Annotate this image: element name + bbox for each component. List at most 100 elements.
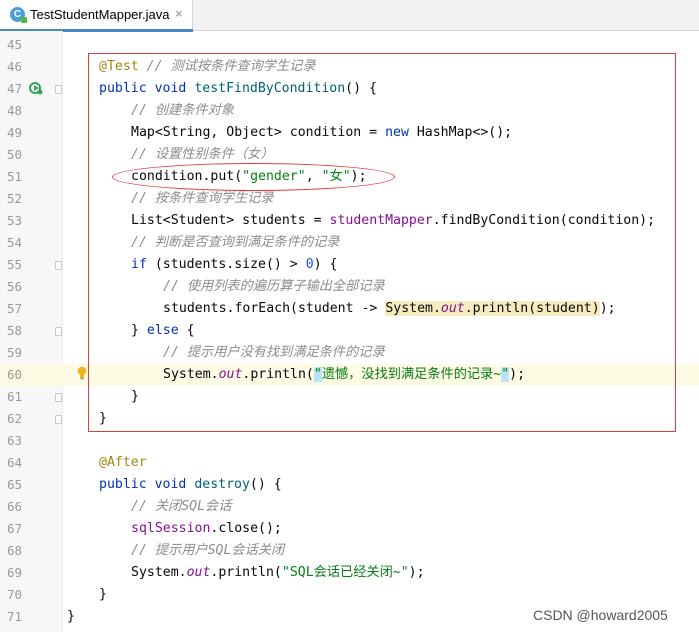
code-token: // 提示用户没有找到满足条件的记录: [163, 345, 385, 360]
line-number[interactable]: 58: [0, 320, 22, 342]
code-token: testFindByCondition: [194, 81, 346, 96]
code-line[interactable]: 67 sqlSession.close();: [0, 518, 699, 540]
line-number[interactable]: 45: [0, 34, 22, 56]
fold-toggle-icon[interactable]: [55, 85, 62, 94]
line-number[interactable]: 51: [0, 166, 22, 188]
line-number[interactable]: 60: [0, 364, 22, 386]
code-line[interactable]: 58 } else {: [0, 320, 699, 342]
code-line[interactable]: 49 Map<String, Object> condition = new Ha…: [0, 122, 699, 144]
code-text: public void testFindByCondition() {: [99, 78, 377, 100]
code-token: students.forEach(student ->: [163, 301, 386, 316]
code-line[interactable]: 69 System.out.println("SQL会话已经关闭~");: [0, 562, 699, 584]
code-token: destroy: [194, 477, 250, 492]
fold-toggle-icon[interactable]: [55, 415, 62, 424]
code-token: // 按条件查询学生记录: [131, 191, 274, 206]
code-line[interactable]: 65 public void destroy() {: [0, 474, 699, 496]
code-token: );: [509, 367, 526, 382]
code-line[interactable]: 55 if (students.size() > 0) {: [0, 254, 699, 276]
line-number[interactable]: 47: [0, 78, 22, 100]
line-number[interactable]: 46: [0, 56, 22, 78]
code-token: ) {: [313, 257, 338, 272]
line-number[interactable]: 59: [0, 342, 22, 364]
line-number[interactable]: 49: [0, 122, 22, 144]
line-number[interactable]: 68: [0, 540, 22, 562]
line-number[interactable]: 61: [0, 386, 22, 408]
code-token: void: [154, 477, 187, 492]
code-line[interactable]: 54 // 判断是否查询到满足条件的记录: [0, 232, 699, 254]
code-token: out: [218, 367, 243, 382]
code-line[interactable]: 63: [0, 430, 699, 452]
fold-toggle-icon[interactable]: [55, 261, 62, 270]
code-token: .println(: [210, 565, 282, 580]
fold-toggle-icon[interactable]: [55, 327, 62, 336]
code-text: }: [99, 584, 107, 606]
code-text: List<Student> students = studentMapper.f…: [131, 210, 655, 232]
code-line[interactable]: 56 // 使用列表的遍历算子输出全部记录: [0, 276, 699, 298]
line-number[interactable]: 63: [0, 430, 22, 452]
line-number[interactable]: 48: [0, 100, 22, 122]
code-text: // 关闭SQL会话: [131, 496, 231, 518]
code-line[interactable]: 57 students.forEach(student -> System.out…: [0, 298, 699, 320]
code-token: (students.size() >: [146, 257, 306, 272]
code-token: @After: [99, 455, 147, 470]
code-line[interactable]: 64 @After: [0, 452, 699, 474]
tab-test-student-mapper[interactable]: C TestStudentMapper.java ×: [0, 0, 193, 32]
line-number[interactable]: 71: [0, 606, 22, 628]
code-token: "gender": [242, 169, 306, 184]
line-number[interactable]: 54: [0, 232, 22, 254]
code-token: }: [99, 587, 107, 602]
code-token: // 设置性别条件（女）: [131, 147, 274, 162]
code-text: }: [131, 386, 139, 408]
line-number[interactable]: 56: [0, 276, 22, 298]
code-text: }: [67, 606, 75, 628]
code-line[interactable]: 47 public void testFindByCondition() {: [0, 78, 699, 100]
line-number[interactable]: 55: [0, 254, 22, 276]
code-line[interactable]: 62}: [0, 408, 699, 430]
code-token: condition.put(: [131, 169, 243, 184]
fold-toggle-icon[interactable]: [55, 393, 62, 402]
code-token: out: [186, 565, 211, 580]
line-number[interactable]: 66: [0, 496, 22, 518]
code-line[interactable]: 48 // 创建条件对象: [0, 100, 699, 122]
code-line[interactable]: 46 @Test // 测试按条件查询学生记录: [0, 56, 699, 78]
code-text: // 使用列表的遍历算子输出全部记录: [163, 276, 385, 298]
code-text: } else {: [131, 320, 195, 342]
line-number[interactable]: 62: [0, 408, 22, 430]
code-token: System.: [163, 367, 219, 382]
code-line[interactable]: 70}: [0, 584, 699, 606]
code-token: public: [99, 477, 147, 492]
code-token: out: [440, 301, 465, 316]
line-number[interactable]: 67: [0, 518, 22, 540]
line-number[interactable]: 53: [0, 210, 22, 232]
line-number[interactable]: 70: [0, 584, 22, 606]
line-number[interactable]: 52: [0, 188, 22, 210]
code-token: void: [154, 81, 187, 96]
code-line[interactable]: 61}: [0, 386, 699, 408]
code-token: }: [67, 609, 75, 624]
code-text: // 提示用户没有找到满足条件的记录: [163, 342, 385, 364]
line-number[interactable]: 65: [0, 474, 22, 496]
line-number[interactable]: 57: [0, 298, 22, 320]
line-number[interactable]: 50: [0, 144, 22, 166]
code-token: "遗憾，没找到满足条件的记录~": [313, 367, 510, 382]
code-line[interactable]: 53 List<Student> students = studentMapper…: [0, 210, 699, 232]
code-token: );: [350, 169, 367, 184]
code-line[interactable]: 59 // 提示用户没有找到满足条件的记录: [0, 342, 699, 364]
line-number[interactable]: 64: [0, 452, 22, 474]
run-test-icon[interactable]: [29, 81, 43, 95]
close-icon[interactable]: ×: [175, 6, 183, 21]
intention-bulb-icon[interactable]: [77, 366, 87, 380]
code-line[interactable]: 52 // 按条件查询学生记录: [0, 188, 699, 210]
code-line[interactable]: 45: [0, 34, 699, 56]
code-line[interactable]: 68 // 提示用户SQL会话关闭: [0, 540, 699, 562]
code-line[interactable]: 60 System.out.println("遗憾，没找到满足条件的记录~");: [0, 364, 699, 386]
code-text: // 提示用户SQL会话关闭: [131, 540, 284, 562]
code-line[interactable]: 50 // 设置性别条件（女）: [0, 144, 699, 166]
code-text: // 判断是否查询到满足条件的记录: [131, 232, 339, 254]
line-number[interactable]: 69: [0, 562, 22, 584]
code-line[interactable]: 66 // 关闭SQL会话: [0, 496, 699, 518]
code-text: // 设置性别条件（女）: [131, 144, 274, 166]
code-line[interactable]: 51 condition.put("gender", "女");: [0, 166, 699, 188]
